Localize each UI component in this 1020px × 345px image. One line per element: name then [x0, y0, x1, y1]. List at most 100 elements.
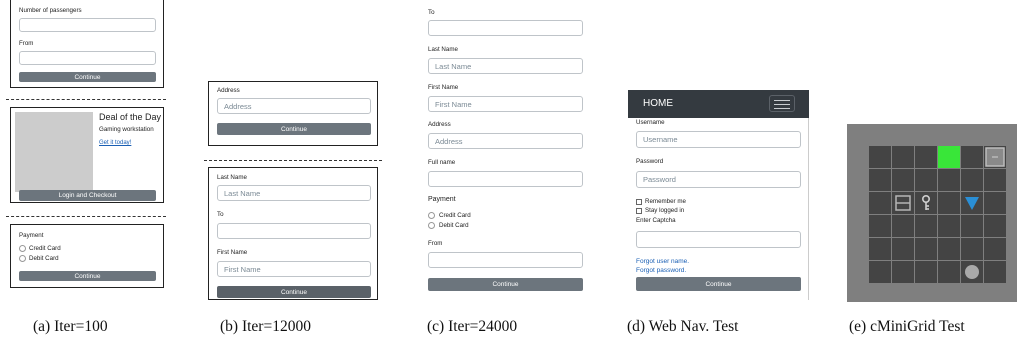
- grid-cell: [961, 146, 983, 168]
- from-label: From: [428, 240, 443, 247]
- grid-cell: [892, 215, 914, 237]
- panel-d-login: HOME Username Username Password Password…: [628, 90, 809, 300]
- forgot-password-link[interactable]: Forgot password.: [636, 267, 686, 274]
- address-label: Address: [217, 87, 240, 94]
- captcha-input[interactable]: [636, 231, 801, 248]
- grid-cell: [869, 169, 891, 191]
- door-icon: [892, 192, 914, 214]
- divider: [204, 160, 382, 161]
- grid-cell: [892, 261, 914, 283]
- debit-card-label: Debit Card: [29, 255, 59, 262]
- grid-cell: [984, 238, 1006, 260]
- to-input[interactable]: [217, 223, 371, 239]
- last-name-label: Last Name: [217, 174, 247, 181]
- login-checkout-button[interactable]: Login and Checkout: [19, 190, 156, 201]
- panel-a-payment: Payment Credit Card Debit Card Continue: [10, 224, 164, 288]
- grid-cell: [961, 169, 983, 191]
- debit-card-radio[interactable]: [428, 222, 435, 229]
- to-input[interactable]: [428, 20, 583, 36]
- grid-cell: [892, 169, 914, 191]
- credit-card-label: Credit Card: [29, 245, 61, 252]
- username-input[interactable]: Username: [636, 131, 801, 148]
- panel-b-names: Last Name Last Name To First Name First …: [208, 167, 378, 300]
- grid-cell: [961, 215, 983, 237]
- credit-card-radio[interactable]: [19, 245, 26, 252]
- from-input[interactable]: [428, 252, 583, 268]
- grid-cell: [938, 215, 960, 237]
- continue-button[interactable]: Continue: [217, 286, 371, 298]
- from-input[interactable]: [19, 51, 156, 65]
- first-name-label: First Name: [428, 84, 459, 91]
- address-input[interactable]: Address: [217, 98, 371, 114]
- username-label: Username: [636, 119, 665, 126]
- grid-cell: [869, 238, 891, 260]
- divider: [6, 216, 166, 217]
- remember-me-checkbox[interactable]: [636, 199, 642, 205]
- forgot-username-link[interactable]: Forgot user name.: [636, 258, 689, 265]
- caption-b: (b) Iter=12000: [220, 318, 311, 335]
- ball-icon: [961, 261, 983, 283]
- grid-cell: [984, 215, 1006, 237]
- last-name-input[interactable]: Last Name: [217, 185, 371, 201]
- captcha-label: Enter Captcha: [636, 217, 676, 224]
- continue-button[interactable]: Continue: [636, 277, 801, 291]
- password-label: Password: [636, 158, 664, 165]
- first-name-input[interactable]: First Name: [428, 96, 583, 112]
- payment-label: Payment: [19, 232, 44, 239]
- address-input[interactable]: Address: [428, 133, 583, 149]
- to-label: To: [428, 9, 435, 16]
- caption-a: (a) Iter=100: [33, 318, 108, 335]
- address-label: Address: [428, 121, 451, 128]
- full-name-input[interactable]: [428, 171, 583, 187]
- deal-subtitle: Gaming workstation: [99, 126, 154, 133]
- navbar: HOME: [628, 90, 809, 118]
- grid-cell: [892, 238, 914, 260]
- continue-button[interactable]: Continue: [19, 271, 156, 281]
- last-name-label: Last Name: [428, 46, 458, 53]
- deal-link[interactable]: Get it today!: [99, 140, 131, 146]
- grid-cell: [869, 215, 891, 237]
- grid-cell: [984, 261, 1006, 283]
- grid-cell: [984, 169, 1006, 191]
- from-label: From: [19, 40, 34, 47]
- full-name-label: Full name: [428, 159, 456, 166]
- passengers-input[interactable]: [19, 18, 156, 32]
- home-link[interactable]: HOME: [643, 98, 673, 109]
- caption-e: (e) cMiniGrid Test: [849, 318, 965, 335]
- grid-cell: [938, 169, 960, 191]
- credit-card-label: Credit Card: [439, 212, 471, 219]
- panel-c-form: To Last Name Last Name First Name First …: [420, 0, 590, 300]
- debit-card-radio[interactable]: [19, 255, 26, 262]
- continue-button[interactable]: Continue: [217, 123, 371, 135]
- grid-cell: [869, 261, 891, 283]
- continue-button[interactable]: Continue: [428, 278, 583, 291]
- to-label: To: [217, 211, 224, 218]
- first-name-input[interactable]: First Name: [217, 261, 371, 277]
- first-name-label: First Name: [217, 249, 248, 256]
- passengers-label: Number of passengers: [19, 7, 82, 14]
- stay-logged-in-checkbox[interactable]: [636, 208, 642, 214]
- agent-triangle-icon: [961, 192, 983, 214]
- debit-card-label: Debit Card: [439, 222, 469, 229]
- key-icon: [915, 192, 937, 214]
- grid-cell: [869, 146, 891, 168]
- grid-cell: [961, 238, 983, 260]
- grid-cell: [915, 169, 937, 191]
- panel-b-address: Address Address Continue: [208, 81, 378, 146]
- menu-icon[interactable]: [769, 95, 795, 112]
- panel-a-deal: Deal of the Day Gaming workstation Get i…: [10, 107, 164, 203]
- grid-cell: [938, 261, 960, 283]
- remember-me-label: Remember me: [645, 198, 686, 205]
- continue-button[interactable]: Continue: [19, 72, 156, 82]
- panel-a-form-1: Number of passengers From Continue: [10, 0, 164, 88]
- credit-card-radio[interactable]: [428, 212, 435, 219]
- deal-title: Deal of the Day: [99, 112, 162, 122]
- grid-cell: [915, 215, 937, 237]
- minigrid-grid: [869, 146, 1007, 284]
- grid-cell: [938, 238, 960, 260]
- last-name-input[interactable]: Last Name: [428, 58, 583, 74]
- grid-cell: [915, 238, 937, 260]
- password-input[interactable]: Password: [636, 171, 801, 188]
- payment-label: Payment: [428, 196, 456, 203]
- caption-d: (d) Web Nav. Test: [627, 318, 739, 335]
